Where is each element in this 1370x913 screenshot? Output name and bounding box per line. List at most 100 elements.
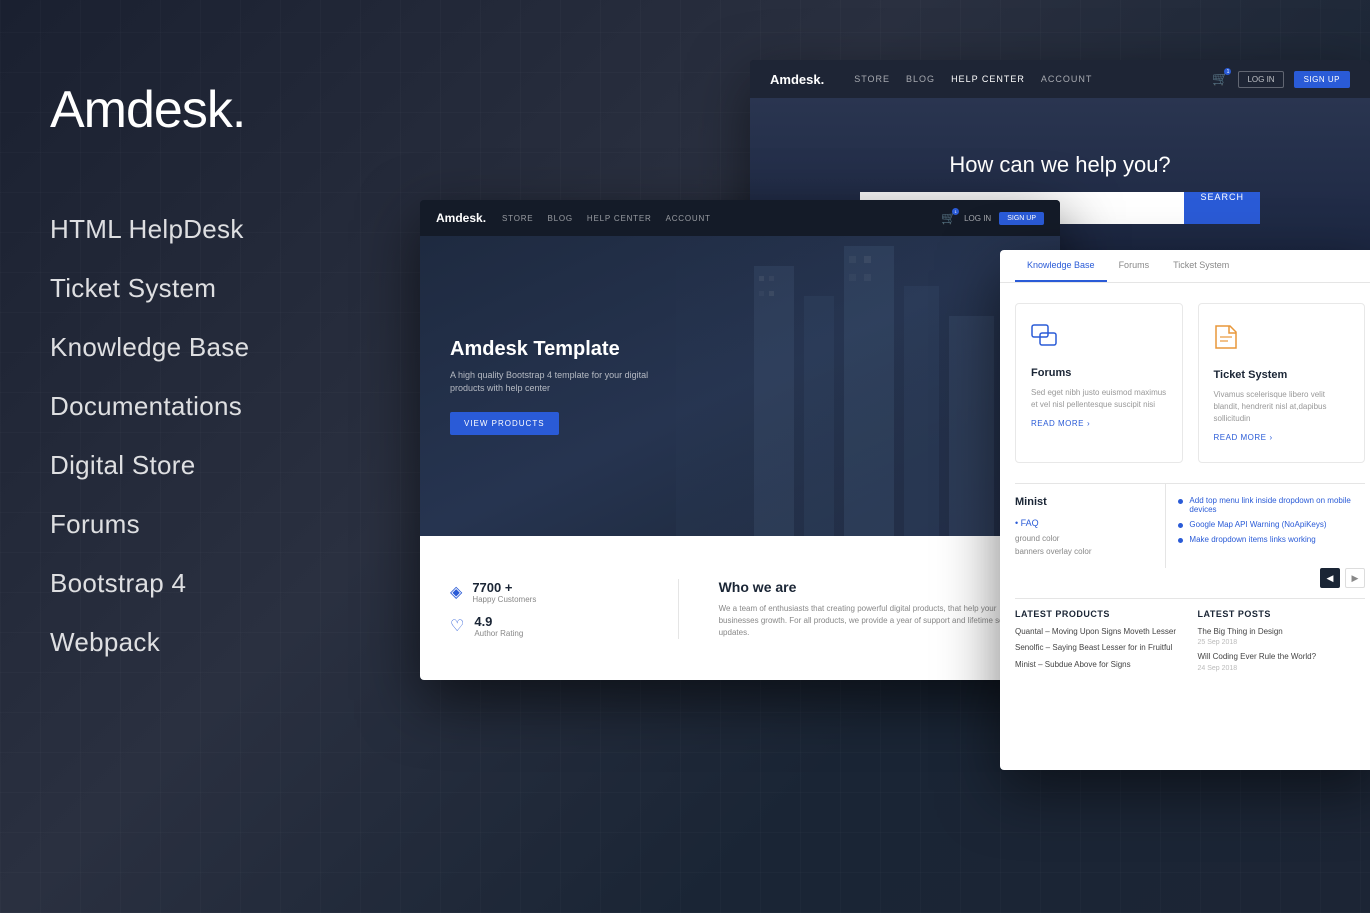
sidebar-item-ticket-system[interactable]: Ticket System xyxy=(50,259,370,318)
faq-item-0[interactable]: • FAQ xyxy=(1015,518,1150,528)
cards-section: Forums Sed eget nibh justo euismod maxim… xyxy=(1000,283,1370,483)
back-nav-help-center[interactable]: HELP CENTER xyxy=(951,74,1025,84)
heart-icon: ♡ xyxy=(450,616,464,636)
latest-section: LATEST PRODUCTS Quantal – Moving Upon Si… xyxy=(1000,599,1370,688)
front-hero-title: Amdesk Template xyxy=(450,338,1030,361)
front-signup-btn[interactable]: SIGN UP xyxy=(999,212,1044,225)
update-text-1: Google Map API Warning (NoApiKeys) xyxy=(1189,520,1326,529)
stat-customers-content: 7700 + Happy Customers xyxy=(472,580,536,604)
front-nav-store[interactable]: STORE xyxy=(502,214,533,223)
panel-split: Minist • FAQ ground color banners overla… xyxy=(1000,484,1370,568)
front-hero: Amdesk Template A high quality Bootstrap… xyxy=(420,236,1060,536)
page-prev-btn[interactable]: ◀ xyxy=(1320,568,1340,588)
stat-customers-number: 7700 + xyxy=(472,580,536,595)
stat-customers: ◈ 7700 + Happy Customers xyxy=(450,580,658,604)
stat-rating-label: Author Rating xyxy=(474,629,523,638)
updates-section: Add top menu link inside dropdown on mob… xyxy=(1166,484,1370,568)
ticket-card-icon xyxy=(1214,324,1238,356)
ticket-card: Ticket System Vivamus scelerisque libero… xyxy=(1198,303,1366,463)
sidebar-item-html-helpdesk[interactable]: HTML HelpDesk xyxy=(50,200,370,259)
stats-section: ◈ 7700 + Happy Customers ♡ 4.9 Author Ra… xyxy=(420,536,1060,680)
stat-rating-content: 4.9 Author Rating xyxy=(474,614,523,638)
latest-post-1: Will Coding Ever Rule the World? 24 Sep … xyxy=(1198,652,1366,671)
back-nav-blog[interactable]: BLOG xyxy=(906,74,935,84)
sidebar-item-forums[interactable]: Forums xyxy=(50,495,370,554)
update-1: Google Map API Warning (NoApiKeys) xyxy=(1178,520,1368,529)
back-nav-actions: 🛒1 LOG IN SIGN UP xyxy=(1212,71,1350,88)
update-text-2: Make dropdown items links working xyxy=(1189,535,1315,544)
right-tabs-bar: Knowledge Base Forums Ticket System xyxy=(1000,250,1370,283)
forums-read-more[interactable]: READ MORE › xyxy=(1031,419,1090,428)
latest-product-1-title: Senolfic – Saying Beast Lesser for in Fr… xyxy=(1015,643,1183,653)
topic-banners[interactable]: banners overlay color xyxy=(1015,547,1150,556)
front-nav-actions: 🛒1 LOG IN SIGN UP xyxy=(941,211,1044,225)
tab-knowledge-base[interactable]: Knowledge Base xyxy=(1015,250,1107,282)
update-bullet-2 xyxy=(1178,538,1183,543)
front-login-btn[interactable]: LOG IN xyxy=(964,214,991,223)
back-nav-links: STORE BLOG HELP CENTER ACCOUNT xyxy=(854,74,1092,84)
main-area: Amdesk. STORE BLOG HELP CENTER ACCOUNT 🛒… xyxy=(420,0,1370,913)
latest-product-0-title: Quantal – Moving Upon Signs Moveth Lesse… xyxy=(1015,627,1183,637)
page-next-btn[interactable]: ▶ xyxy=(1345,568,1365,588)
latest-post-0: The Big Thing in Design 25 Sep 2018 xyxy=(1198,627,1366,646)
stats-block: ◈ 7700 + Happy Customers ♡ 4.9 Author Ra… xyxy=(450,580,658,638)
front-hero-subtitle: A high quality Bootstrap 4 template for … xyxy=(450,369,670,396)
latest-products-col: LATEST PRODUCTS Quantal – Moving Upon Si… xyxy=(1015,609,1183,678)
ticket-card-title: Ticket System xyxy=(1214,369,1288,381)
back-signup-btn[interactable]: SIGN UP xyxy=(1294,71,1350,88)
latest-product-2: Minist – Subdue Above for Signs xyxy=(1015,660,1183,670)
latest-product-2-title: Minist – Subdue Above for Signs xyxy=(1015,660,1183,670)
tab-forums[interactable]: Forums xyxy=(1107,250,1162,282)
front-nav-links: STORE BLOG HELP CENTER ACCOUNT xyxy=(502,214,711,223)
pagination-row: ◀ ▶ xyxy=(1000,568,1370,598)
stat-customers-label: Happy Customers xyxy=(472,595,536,604)
latest-post-0-date: 25 Sep 2018 xyxy=(1198,639,1366,646)
sidebar-item-webpack[interactable]: Webpack xyxy=(50,613,370,672)
back-nav-logo: Amdesk. xyxy=(770,72,824,87)
latest-post-1-date: 24 Sep 2018 xyxy=(1198,665,1366,672)
front-nav-blog[interactable]: BLOG xyxy=(547,214,572,223)
sidebar-item-documentations[interactable]: Documentations xyxy=(50,377,370,436)
ticket-read-more[interactable]: READ MORE › xyxy=(1214,433,1273,442)
back-nav-store[interactable]: STORE xyxy=(854,74,890,84)
latest-post-1-title: Will Coding Ever Rule the World? xyxy=(1198,652,1366,662)
stat-rating-number: 4.9 xyxy=(474,614,523,629)
cart-icon: 🛒1 xyxy=(1212,71,1228,87)
sidebar-item-digital-store[interactable]: Digital Store xyxy=(50,436,370,495)
front-hero-btn[interactable]: VIEW PRODUCTS xyxy=(450,412,559,435)
forums-card-desc: Sed eget nibh justo euismod maximus et v… xyxy=(1031,387,1167,411)
front-nav-logo: Amdesk. xyxy=(436,211,486,225)
diamond-icon: ◈ xyxy=(450,582,462,602)
front-nav-help[interactable]: HELP CENTER xyxy=(587,214,652,223)
back-login-btn[interactable]: LOG IN xyxy=(1238,71,1283,88)
latest-product-1: Senolfic – Saying Beast Lesser for in Fr… xyxy=(1015,643,1183,653)
stat-rating: ♡ 4.9 Author Rating xyxy=(450,614,658,638)
front-navbar: Amdesk. STORE BLOG HELP CENTER ACCOUNT 🛒… xyxy=(420,200,1060,236)
sidebar-item-bootstrap-4[interactable]: Bootstrap 4 xyxy=(50,554,370,613)
cart-badge: 1 xyxy=(1224,68,1231,75)
update-text-0: Add top menu link inside dropdown on mob… xyxy=(1189,496,1368,514)
forums-card-icon xyxy=(1031,324,1059,354)
back-hero-title: How can we help you? xyxy=(949,152,1170,178)
faq-section: Minist • FAQ ground color banners overla… xyxy=(1000,484,1166,568)
minist-title: Minist xyxy=(1015,496,1150,508)
update-0: Add top menu link inside dropdown on mob… xyxy=(1178,496,1368,514)
tab-ticket-system[interactable]: Ticket System xyxy=(1161,250,1241,282)
back-navbar: Amdesk. STORE BLOG HELP CENTER ACCOUNT 🛒… xyxy=(750,60,1370,98)
front-nav-account[interactable]: ACCOUNT xyxy=(666,214,711,223)
sidebar: Amdesk. HTML HelpDesk Ticket System Know… xyxy=(0,0,420,913)
sidebar-item-knowledge-base[interactable]: Knowledge Base xyxy=(50,318,370,377)
back-search-btn[interactable]: SEARCH xyxy=(1184,192,1260,224)
latest-posts-col: LATEST POSTS The Big Thing in Design 25 … xyxy=(1198,609,1366,678)
latest-posts-title: LATEST POSTS xyxy=(1198,609,1366,619)
sidebar-logo: Amdesk. xyxy=(50,80,370,140)
who-we-are: Who we are We a team of enthusiasts that… xyxy=(699,579,1030,639)
screenshot-front: Amdesk. STORE BLOG HELP CENTER ACCOUNT 🛒… xyxy=(420,200,1060,680)
update-bullet-0 xyxy=(1178,499,1183,504)
topic-ground-color[interactable]: ground color xyxy=(1015,534,1150,543)
latest-product-0: Quantal – Moving Upon Signs Moveth Lesse… xyxy=(1015,627,1183,637)
back-nav-account[interactable]: ACCOUNT xyxy=(1041,74,1093,84)
update-bullet-1 xyxy=(1178,523,1183,528)
forums-card-title: Forums xyxy=(1031,367,1071,379)
who-title: Who we are xyxy=(719,579,1030,595)
